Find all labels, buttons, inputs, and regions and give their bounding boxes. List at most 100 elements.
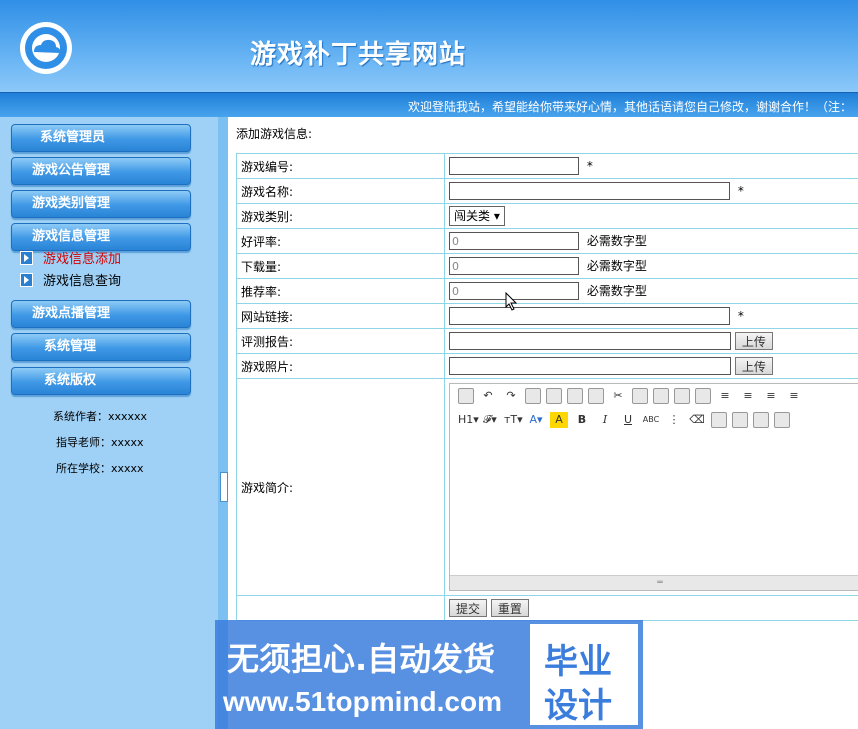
eraser-icon[interactable]: ⌫ [688, 412, 706, 428]
school-info: 所在学校：xxxxx [56, 462, 144, 475]
field-label: 好评率: [236, 228, 445, 254]
game-id-input[interactable] [449, 157, 579, 175]
watermark-box-line-2: 设计 [544, 686, 612, 726]
print-icon[interactable] [546, 388, 562, 404]
cut-icon[interactable]: ✂ [609, 388, 627, 404]
code-icon[interactable] [588, 388, 604, 404]
underline-icon[interactable]: U [619, 412, 637, 428]
field-label: 游戏简介: [236, 378, 445, 596]
editor-textarea[interactable] [450, 434, 858, 576]
field-label: 推荐率: [236, 278, 445, 304]
menu-label: 游戏公告管理 [32, 163, 111, 178]
table-icon[interactable] [774, 412, 790, 428]
flash-icon[interactable] [732, 412, 748, 428]
menu-game-info[interactable]: 游戏信息管理 [11, 223, 191, 251]
form-row: 好评率: 必需数字型 [236, 228, 858, 254]
submit-button[interactable]: 提交 [449, 599, 488, 617]
header: 游戏补丁共享网站 [0, 0, 858, 92]
strikethrough-icon[interactable]: ABC [642, 412, 660, 428]
highlight-icon[interactable]: A [550, 412, 568, 428]
editor-resize-handle[interactable]: ═ [450, 575, 858, 590]
redo-icon[interactable]: ↷ [502, 388, 520, 404]
marquee-text: 欢迎登陆我站，希望能给你带来好心情，其他话语请您自己修改，谢谢合作！（注： [408, 100, 853, 114]
menu-label: 系统版权 [44, 373, 97, 388]
form-row: 下载量: 必需数字型 [236, 253, 858, 279]
collapse-arrow-icon[interactable] [220, 472, 228, 502]
field-cell: 提交 重置 [444, 595, 858, 621]
form-row: 评测报告: 上传 [236, 328, 858, 354]
menu-label: 游戏类别管理 [32, 196, 111, 211]
required-mark: * [737, 308, 744, 323]
rich-text-editor: ↶ ↷ ✂ ≡ ≡ ≡ ≡ H1▾ 𝓕▾ ᴛT▾ A▾ A B I U ABC … [449, 383, 858, 591]
field-label: 下载量: [236, 253, 445, 279]
undo-icon[interactable]: ↶ [479, 388, 497, 404]
menu-announcement[interactable]: 游戏公告管理 [11, 157, 191, 185]
menu-label: 游戏信息管理 [32, 229, 111, 244]
field-label: 游戏名称: [236, 178, 445, 204]
rating-input[interactable] [449, 232, 579, 251]
menu-on-demand[interactable]: 游戏点播管理 [11, 300, 191, 328]
paste-word-icon[interactable] [695, 388, 711, 404]
font-size-icon[interactable]: ᴛT▾ [504, 412, 523, 428]
marquee-bar: 欢迎登陆我站，希望能给你带来好心情，其他话语请您自己修改，谢谢合作！（注： [0, 92, 858, 118]
menu-label: 系统管理员 [40, 130, 106, 145]
form-row: 游戏类别: 闯关类 ▾ [236, 203, 858, 229]
upload-photo-button[interactable]: 上传 [734, 357, 773, 375]
copy-icon[interactable] [632, 388, 648, 404]
field-label [236, 595, 445, 621]
form-row: 游戏简介: ↶ ↷ ✂ ≡ ≡ ≡ ≡ H1▾ 𝓕▾ ᴛT▾ A▾ A B I … [236, 378, 858, 596]
hint-text: 必需数字型 [586, 233, 647, 248]
cloud-logo-icon [20, 22, 72, 74]
field-label: 游戏类别: [236, 203, 445, 229]
field-label: 游戏照片: [236, 353, 445, 379]
reset-button[interactable]: 重置 [490, 599, 529, 617]
field-cell: ↶ ↷ ✂ ≡ ≡ ≡ ≡ H1▾ 𝓕▾ ᴛT▾ A▾ A B I U ABC … [444, 378, 858, 596]
website-input[interactable] [449, 307, 730, 325]
sub-item-game-add[interactable]: 游戏信息添加 [20, 250, 121, 270]
bold-icon[interactable]: B [573, 412, 591, 428]
sub-item-label: 游戏信息添加 [43, 252, 122, 267]
watermark-url: www.51topmind.com [223, 686, 502, 717]
form-row: 游戏名称: * [236, 178, 858, 204]
paste-text-icon[interactable] [674, 388, 690, 404]
photo-input[interactable] [449, 357, 731, 375]
field-cell: 必需数字型 [444, 228, 858, 254]
image-icon[interactable] [711, 412, 727, 428]
align-left-icon[interactable]: ≡ [716, 388, 734, 404]
review-input[interactable] [449, 332, 731, 350]
menu-copyright[interactable]: 系统版权 [11, 367, 191, 395]
preview-icon[interactable] [525, 388, 541, 404]
advisor-info: 指导老师：xxxxx [56, 436, 144, 449]
category-select[interactable]: 闯关类 ▾ [449, 206, 505, 226]
font-color-icon[interactable]: A▾ [527, 412, 545, 428]
required-mark: * [586, 158, 593, 173]
watermark-box-line-1: 毕业 [544, 642, 612, 682]
field-label: 网站链接: [236, 303, 445, 329]
field-cell: * [444, 153, 858, 179]
media-icon[interactable] [753, 412, 769, 428]
sub-item-game-query[interactable]: 游戏信息查询 [20, 272, 121, 292]
align-justify-icon[interactable]: ≡ [785, 388, 803, 404]
downloads-input[interactable] [449, 257, 579, 276]
italic-icon[interactable]: I [596, 412, 614, 428]
field-cell: 闯关类 ▾ [444, 203, 858, 229]
game-name-input[interactable] [449, 182, 730, 200]
menu-category[interactable]: 游戏类别管理 [11, 190, 191, 218]
menu-system[interactable]: 系统管理 [11, 333, 191, 361]
upload-review-button[interactable]: 上传 [734, 332, 773, 350]
line-height-icon[interactable]: ⋮ [665, 412, 683, 428]
source-icon[interactable] [458, 388, 474, 404]
menu-system-admin[interactable]: 系统管理员 [11, 124, 191, 152]
align-right-icon[interactable]: ≡ [762, 388, 780, 404]
triangle-bullet-icon [20, 251, 33, 265]
align-center-icon[interactable]: ≡ [739, 388, 757, 404]
required-mark: * [737, 183, 744, 198]
form-row: 游戏照片: 上传 [236, 353, 858, 379]
paste-icon[interactable] [653, 388, 669, 404]
template-icon[interactable] [567, 388, 583, 404]
triangle-bullet-icon [20, 273, 33, 287]
mouse-cursor-icon [505, 292, 517, 311]
field-label: 游戏编号: [236, 153, 445, 179]
heading-icon[interactable]: H1▾ [458, 412, 479, 428]
font-family-icon[interactable]: 𝓕▾ [481, 412, 499, 428]
